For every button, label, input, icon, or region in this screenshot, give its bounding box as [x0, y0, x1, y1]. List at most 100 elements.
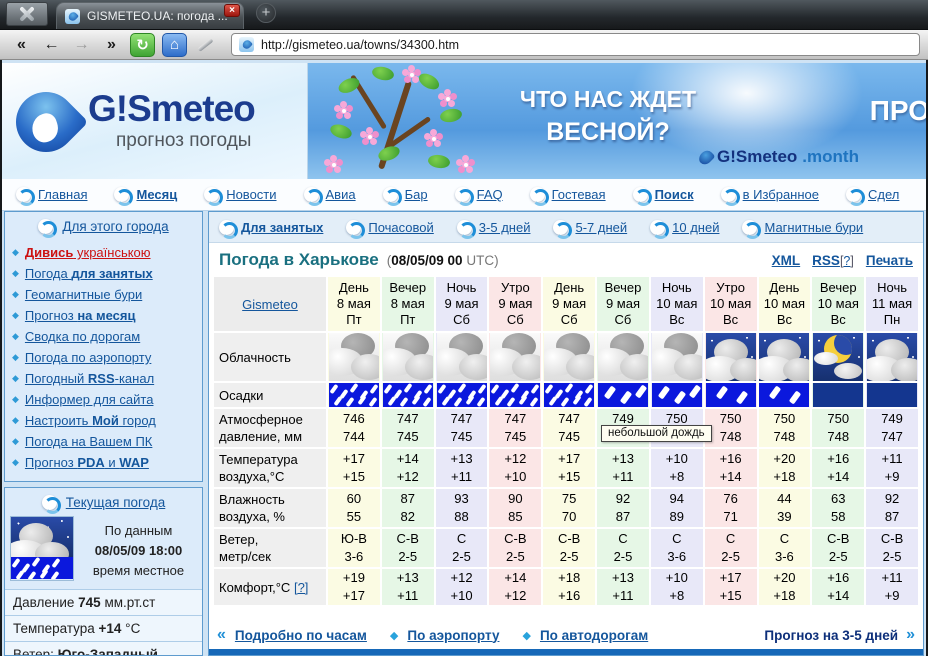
home-button[interactable]: ⌂ [162, 33, 187, 57]
nav-item[interactable]: Авиа [304, 187, 356, 202]
sidebar-list-item[interactable]: ◆Прогноз на месяц [12, 305, 202, 326]
sidebar-link[interactable]: Сводка по дорогам [25, 328, 140, 345]
nav-link[interactable]: Поиск [655, 187, 694, 202]
comfort-help-link[interactable]: [?] [294, 580, 308, 595]
forecast-tab[interactable]: Для занятых [219, 220, 323, 235]
nav-link[interactable]: Месяц [136, 187, 177, 202]
precip-heavy-icon[interactable] [437, 383, 487, 407]
sidebar-link[interactable]: Прогноз на месяц [25, 307, 136, 324]
sidebar-link[interactable]: Настроить Мой город [25, 412, 156, 429]
night-cloud-icon[interactable] [759, 333, 809, 381]
sidebar-list-item[interactable]: ◆Прогноз PDA и WAP [12, 452, 202, 473]
nav-item[interactable]: в Избранное [721, 187, 819, 202]
precip-heavy-icon[interactable] [490, 383, 540, 407]
gismeteo-link[interactable]: Gismeteo [242, 297, 298, 312]
close-tab-icon[interactable]: × [224, 4, 240, 17]
nav-link[interactable]: Бар [405, 187, 428, 202]
overcast-icon[interactable] [437, 333, 487, 381]
forecast-tab[interactable]: Почасовой [346, 220, 433, 235]
back-far-button[interactable]: « [8, 33, 35, 57]
sidebar-list-item[interactable]: ◆Настроить Мой город [12, 410, 202, 431]
forward-button[interactable]: → [68, 33, 95, 57]
forecast-tab[interactable]: 3-5 дней [457, 220, 531, 235]
forecast-tab[interactable]: Магнитные бури [742, 220, 863, 235]
overcast-icon[interactable] [383, 333, 433, 381]
sidebar-list-item[interactable]: ◆Сводка по дорогам [12, 326, 202, 347]
precip-none-icon[interactable] [813, 383, 863, 407]
precip-moderate-icon[interactable] [598, 383, 648, 407]
nav-item[interactable]: Главная [16, 187, 87, 202]
forecast-tab-link[interactable]: 10 дней [672, 220, 719, 235]
rss-link[interactable]: RSS [812, 253, 840, 268]
nav-item[interactable]: Новости [204, 187, 276, 202]
sidebar-link[interactable]: Прогноз PDA и WAP [25, 454, 149, 471]
xml-link[interactable]: XML [772, 253, 801, 268]
sidebar-link[interactable]: Погода на Вашем ПК [25, 433, 152, 450]
precip-heavy-icon[interactable] [544, 383, 594, 407]
moon-cloud-icon[interactable] [813, 333, 863, 381]
tools-menu-button[interactable] [6, 2, 48, 26]
nav-item[interactable]: Сдел [846, 187, 899, 202]
nav-link[interactable]: Новости [226, 187, 276, 202]
precip-light-icon[interactable] [706, 383, 756, 407]
edit-pencil-icon[interactable] [195, 34, 217, 56]
sidebar-link[interactable]: Геомагнитные бури [25, 286, 142, 303]
sidebar-list-item[interactable]: ◆Информер для сайта [12, 389, 202, 410]
forecast-tab-link[interactable]: Магнитные бури [764, 220, 863, 235]
sidebar-link[interactable]: Погода для занятых [25, 265, 153, 282]
overcast-icon[interactable] [329, 333, 379, 381]
sidebar-list-item[interactable]: ◆Дивись українською [12, 242, 202, 263]
precip-moderate-icon[interactable] [652, 383, 702, 407]
nav-link[interactable]: Главная [38, 187, 87, 202]
gismeteo-logo[interactable]: G!Smeteo прогноз погоды [2, 63, 308, 179]
sidebar-list-item[interactable]: ◆Погодный RSS-канал [12, 368, 202, 389]
nav-item[interactable]: Гостевая [530, 187, 606, 202]
footer-next-forecast[interactable]: Прогноз на 3-5 дней» [764, 626, 915, 644]
address-bar[interactable]: http://gismeteo.ua/towns/34300.htm [231, 33, 920, 56]
sidebar-list-item[interactable]: ◆Погода на Вашем ПК [12, 431, 202, 452]
nav-link[interactable]: Сдел [868, 187, 899, 202]
nav-item[interactable]: FAQ [455, 187, 503, 202]
sidebar-link[interactable]: Дивись українською [25, 244, 151, 261]
forecast-tab-link[interactable]: Для занятых [241, 220, 323, 235]
active-tab[interactable]: GISMETEO.UA: погода ... × [56, 2, 244, 29]
chevrons-left-icon[interactable]: « [217, 626, 226, 644]
new-tab-button[interactable]: + [256, 3, 276, 23]
nav-item[interactable]: Месяц [114, 187, 177, 202]
gismeteo-month-brand[interactable]: G!Smeteo.month [700, 147, 859, 167]
forecast-tab[interactable]: 10 дней [650, 220, 719, 235]
precip-none-icon[interactable] [867, 383, 917, 407]
refresh-button[interactable]: ↻ [130, 33, 155, 57]
overcast-icon[interactable] [598, 333, 648, 381]
forecast-tab-link[interactable]: 3-5 дней [479, 220, 531, 235]
nav-link[interactable]: Авиа [326, 187, 356, 202]
sidebar-link[interactable]: Погода по аэропорту [25, 349, 151, 366]
night-cloud-icon[interactable] [867, 333, 917, 381]
precip-heavy-icon[interactable] [329, 383, 379, 407]
sidebar-link[interactable]: Информер для сайта [25, 391, 154, 408]
promo-banner[interactable]: ЧТО НАС ЖДЕТ ВЕСНОЙ? G!Smeteo.month ПРО [308, 63, 926, 179]
footer-link[interactable]: Подробно по часам [235, 628, 367, 643]
footer-link[interactable]: По аэропорту [407, 628, 499, 643]
forecast-tab[interactable]: 5-7 дней [553, 220, 627, 235]
footer-link[interactable]: По автодорогам [540, 628, 648, 643]
overcast-icon[interactable] [490, 333, 540, 381]
current-panel-title-link[interactable]: Текущая погода [66, 495, 166, 510]
sidebar-list-item[interactable]: ◆Погода по аэропорту [12, 347, 202, 368]
nav-link[interactable]: в Избранное [743, 187, 819, 202]
precip-light-icon[interactable] [759, 383, 809, 407]
nav-link[interactable]: Гостевая [552, 187, 606, 202]
sidebar-list-item[interactable]: ◆Геомагнитные бури [12, 284, 202, 305]
sidebar-list-item[interactable]: ◆Погода для занятых [12, 263, 202, 284]
nav-item[interactable]: Поиск [633, 187, 694, 202]
nav-item[interactable]: Бар [383, 187, 428, 202]
overcast-icon[interactable] [544, 333, 594, 381]
chevrons-right-icon[interactable]: » [906, 626, 915, 644]
forecast-tab-link[interactable]: 5-7 дней [575, 220, 627, 235]
print-link[interactable]: Печать [866, 253, 913, 268]
overcast-icon[interactable] [652, 333, 702, 381]
sidebar-link[interactable]: Погодный RSS-канал [25, 370, 154, 387]
nav-link[interactable]: FAQ [477, 187, 503, 202]
forward-far-button[interactable]: » [98, 33, 125, 57]
city-panel-title-link[interactable]: Для этого города [62, 219, 168, 234]
